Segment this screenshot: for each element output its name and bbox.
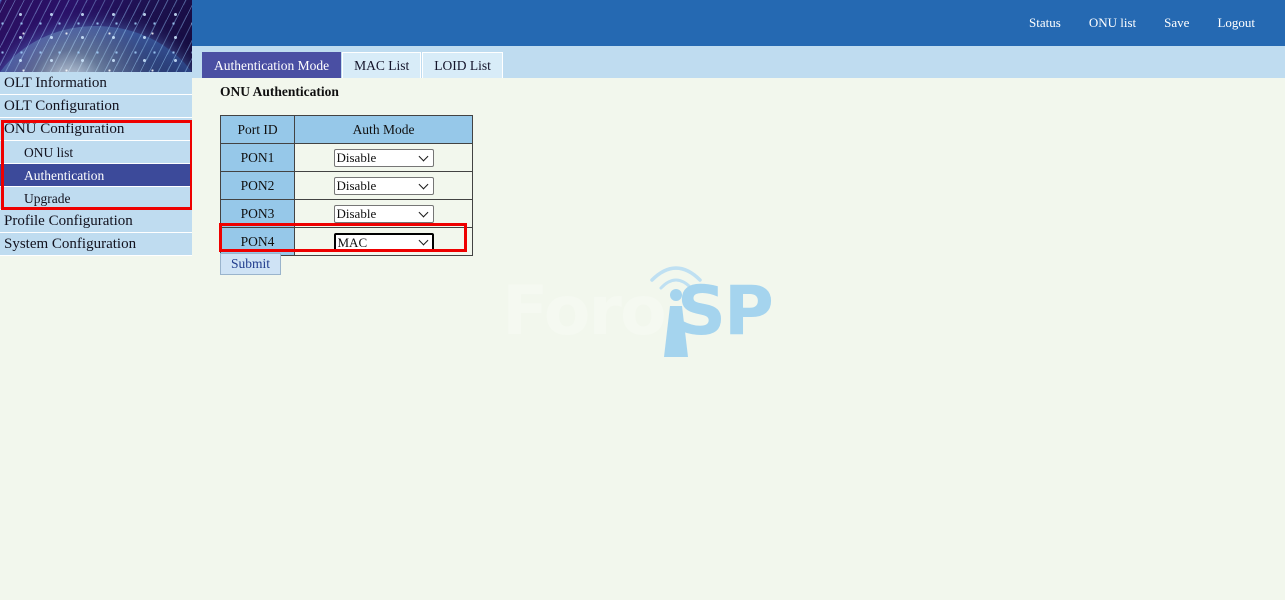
auth-mode-select-wrapper: DisableMACLOIDMAC+LOIDLOID+PASSWORD	[334, 233, 434, 251]
auth-mode-cell: DisableMACLOIDMAC+LOIDLOID+PASSWORD	[295, 144, 473, 172]
auth-mode-select-pon2[interactable]: DisableMACLOIDMAC+LOIDLOID+PASSWORD	[334, 177, 434, 195]
header-link-group: StatusONU listSaveLogout	[1015, 0, 1269, 46]
auth-mode-select-wrapper: DisableMACLOIDMAC+LOIDLOID+PASSWORD	[334, 205, 434, 223]
sidebar-item-olt-information[interactable]: OLT Information	[0, 72, 192, 95]
header-link-save[interactable]: Save	[1150, 15, 1203, 31]
sidebar-item-system-configuration[interactable]: System Configuration	[0, 233, 192, 256]
sidebar-item-authentication[interactable]: Authentication	[0, 164, 192, 187]
sidebar-item-onu-configuration[interactable]: ONU Configuration	[0, 118, 192, 141]
table-row: PON2 DisableMACLOIDMAC+LOIDLOID+PASSWORD	[221, 172, 473, 200]
port-id-cell: PON4	[221, 228, 295, 256]
sidebar-item-onu-list[interactable]: ONU list	[0, 141, 192, 164]
auth-mode-cell: DisableMACLOIDMAC+LOIDLOID+PASSWORD	[295, 172, 473, 200]
sidebar-item-profile-configuration[interactable]: Profile Configuration	[0, 210, 192, 233]
page-root: OLT InformationOLT ConfigurationONU Conf…	[0, 0, 1285, 600]
onu-authentication-table: Port IDAuth Mode PON1 DisableMACLOIDMAC+L…	[220, 115, 473, 256]
foroisp-watermark: Foro SP	[502, 250, 802, 360]
auth-mode-select-pon4[interactable]: DisableMACLOIDMAC+LOIDLOID+PASSWORD	[334, 233, 434, 251]
header-link-logout[interactable]: Logout	[1203, 15, 1269, 31]
watermark-text-sp: SP	[677, 278, 772, 346]
table-header-row: Port IDAuth Mode	[221, 116, 473, 144]
top-header-bar: StatusONU listSaveLogout	[192, 0, 1285, 46]
table-col-header-port-id: Port ID	[221, 116, 295, 144]
header-link-onu-list[interactable]: ONU list	[1075, 15, 1150, 31]
brand-banner-image	[0, 0, 192, 72]
sidebar-item-upgrade[interactable]: Upgrade	[0, 187, 192, 210]
table-body: PON1DisableMACLOIDMAC+LOIDLOID+PASSWORDP…	[221, 144, 473, 256]
tab-mac-list[interactable]: MAC List	[342, 52, 421, 78]
port-id-cell: PON2	[221, 172, 295, 200]
main-content: Foro SP ONU Authentication Port IDAuth M…	[192, 78, 1285, 600]
auth-mode-select-pon1[interactable]: DisableMACLOIDMAC+LOIDLOID+PASSWORD	[334, 149, 434, 167]
page-title: ONU Authentication	[220, 84, 339, 100]
header-link-status[interactable]: Status	[1015, 15, 1075, 31]
port-id-cell: PON3	[221, 200, 295, 228]
table-head: Port IDAuth Mode	[221, 116, 473, 144]
table-row: PON4 DisableMACLOIDMAC+LOIDLOID+PASSWORD	[221, 228, 473, 256]
watermark-tower-icon	[644, 250, 708, 358]
auth-mode-select-wrapper: DisableMACLOIDMAC+LOIDLOID+PASSWORD	[334, 149, 434, 167]
sidebar-nav: OLT InformationOLT ConfigurationONU Conf…	[0, 72, 192, 256]
auth-mode-cell: DisableMACLOIDMAC+LOIDLOID+PASSWORD	[295, 200, 473, 228]
table-col-header-auth-mode: Auth Mode	[295, 116, 473, 144]
tab-authentication-mode[interactable]: Authentication Mode	[202, 52, 341, 78]
auth-mode-cell: DisableMACLOIDMAC+LOIDLOID+PASSWORD	[295, 228, 473, 256]
tab-bar: Authentication ModeMAC ListLOID List	[192, 46, 1285, 78]
sidebar-item-olt-configuration[interactable]: OLT Configuration	[0, 95, 192, 118]
table-row: PON1 DisableMACLOIDMAC+LOIDLOID+PASSWORD	[221, 144, 473, 172]
fiber-sparks-graphic	[0, 0, 192, 72]
tab-loid-list[interactable]: LOID List	[422, 52, 503, 78]
port-id-cell: PON1	[221, 144, 295, 172]
table-row: PON3 DisableMACLOIDMAC+LOIDLOID+PASSWORD	[221, 200, 473, 228]
auth-mode-select-pon3[interactable]: DisableMACLOIDMAC+LOIDLOID+PASSWORD	[334, 205, 434, 223]
submit-button[interactable]: Submit	[220, 253, 281, 275]
auth-mode-select-wrapper: DisableMACLOIDMAC+LOIDLOID+PASSWORD	[334, 177, 434, 195]
watermark-text-foro: Foro	[502, 278, 665, 346]
